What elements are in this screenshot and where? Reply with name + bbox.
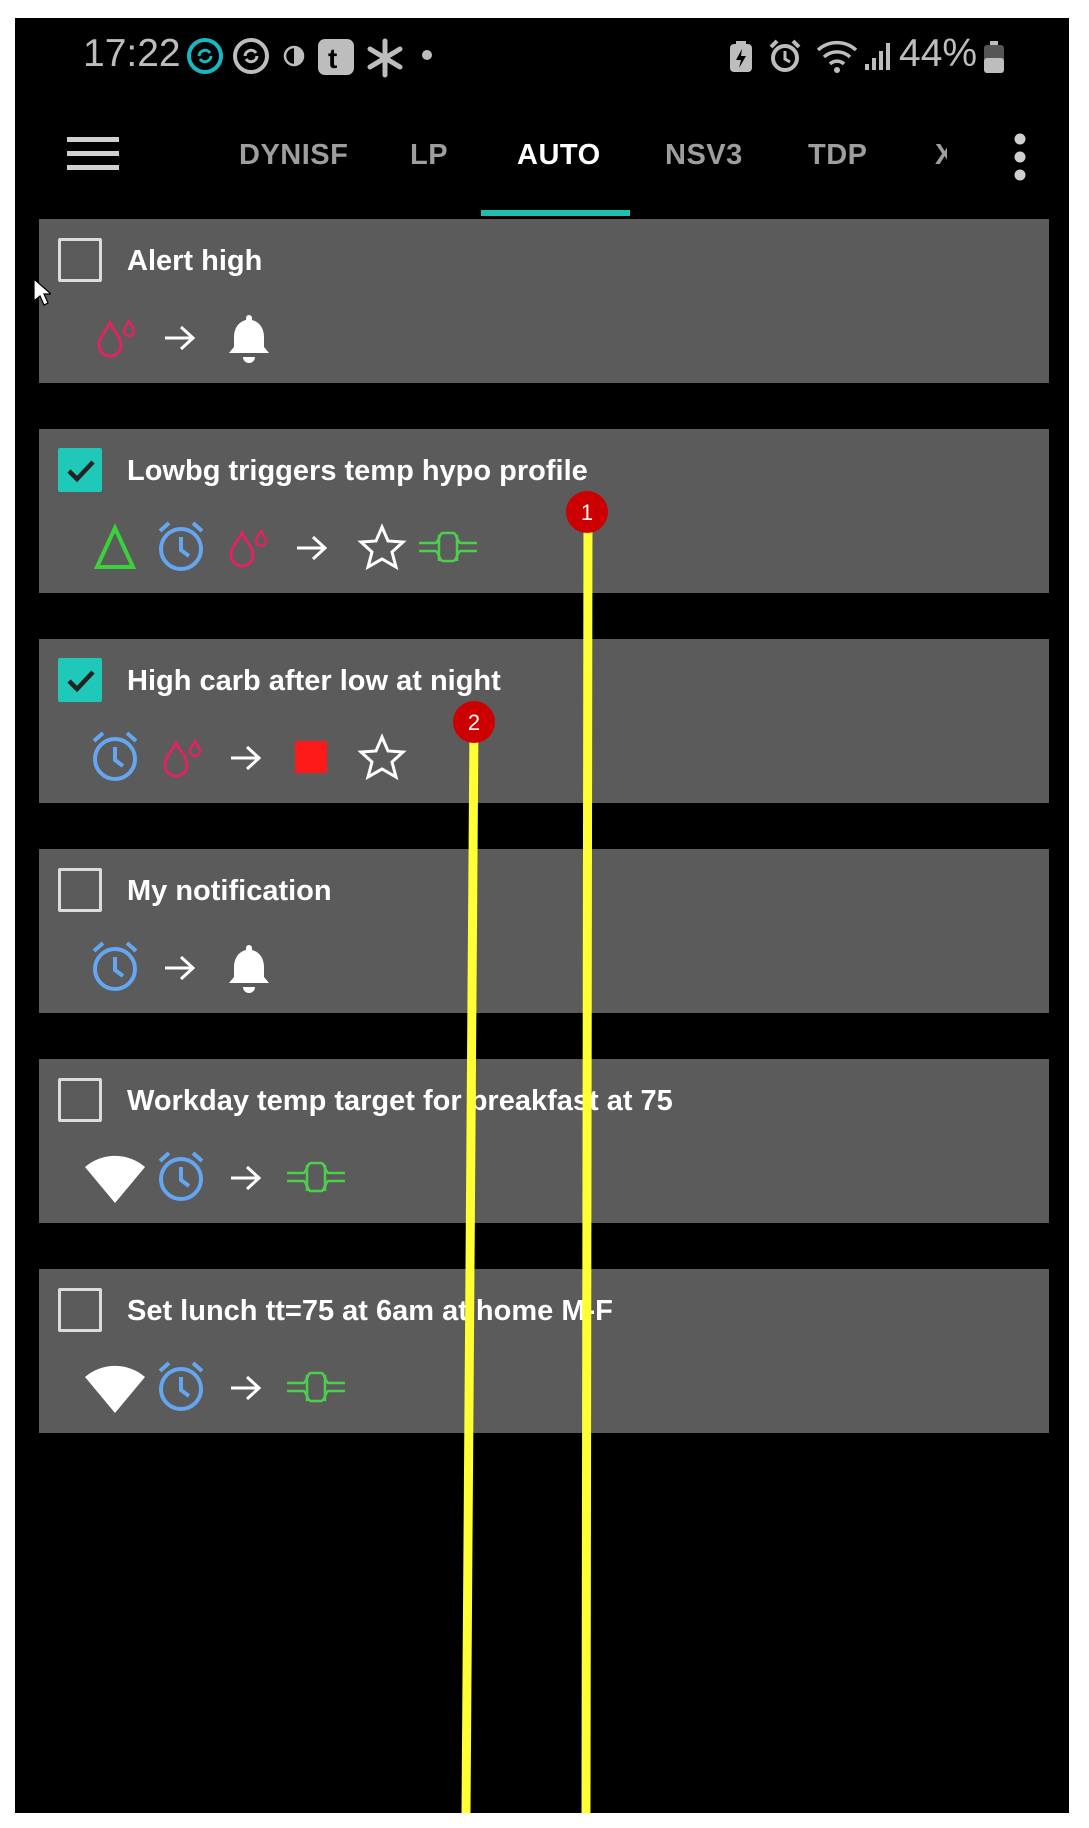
tab-auto[interactable]: AUTO [517,139,601,172]
overflow-menu-icon[interactable] [1013,133,1027,181]
dot-icon [422,50,432,60]
clock-icon [158,521,204,571]
tab-nsv3[interactable]: NSV3 [665,139,743,172]
clock-icon [158,1151,204,1201]
signal-icon [865,43,890,70]
bell-icon [229,315,269,363]
active-tab-indicator [481,210,630,216]
automation-rule-icons [39,939,739,999]
temp-target-icon [419,531,477,563]
sync-icon [233,38,269,74]
automation-rule-icons [39,519,739,579]
automation-rule-icons [39,1359,739,1419]
automation-rule-icons [39,309,739,369]
tumblr-icon: t [318,39,354,75]
enable-checkbox[interactable] [58,1288,102,1332]
automation-card[interactable]: Set lunch tt=75 at 6am at home M-F [39,1269,1049,1433]
star-icon [357,523,407,571]
automation-title: My notification [127,875,332,907]
clock-icon [92,941,138,991]
checkmark-icon [67,670,95,693]
clock-icon [92,731,138,781]
clock-icon [158,1361,204,1411]
enable-checkbox[interactable] [58,238,102,282]
tab-tdp[interactable]: TDP [808,139,868,172]
half-circle-icon [283,45,305,67]
arrow-right-icon [231,1165,262,1191]
automation-title: Set lunch tt=75 at 6am at home M-F [127,1295,613,1327]
stop-icon [295,741,327,773]
hamburger-menu-icon[interactable] [67,135,119,173]
bg-drops-icon [229,528,268,568]
tab-dynisf[interactable]: DYNISF [239,139,348,172]
arrow-right-icon [297,535,328,561]
enable-checkbox[interactable] [58,868,102,912]
tab-lp[interactable]: LP [410,139,448,172]
enable-checkbox[interactable] [58,448,102,492]
bell-icon [229,945,269,993]
svg-text:t: t [328,43,337,74]
status-time: 17:22 [83,32,181,75]
automation-rule-icons [39,1149,739,1209]
automation-card[interactable]: Lowbg triggers temp hypo profile [39,429,1049,593]
automation-title: High carb after low at night [127,665,501,697]
mouse-cursor-icon [33,278,51,306]
sync-icon [187,38,223,74]
battery-percent: 44% [899,32,978,75]
arrow-right-icon [165,955,196,981]
automation-title: Workday temp target for breakfast at 75 [127,1085,673,1117]
wifi-icon [85,1155,145,1203]
arrow-right-icon [231,745,262,771]
automation-title: Lowbg triggers temp hypo profile [127,455,588,487]
automation-card[interactable]: High carb after low at night [39,639,1049,803]
bg-drops-icon [163,738,202,778]
automation-rule-icons [39,729,739,789]
arrow-right-icon [231,1375,262,1401]
tab-partial[interactable]: X [935,139,947,172]
automation-card[interactable]: Workday temp target for breakfast at 75 [39,1059,1049,1223]
alarm-icon [769,39,801,72]
battery-icon [984,41,1004,73]
tab-overflow-partial[interactable]: X [935,133,947,173]
star-icon [357,733,407,781]
bg-drops-icon [97,318,136,358]
battery-saver-icon [730,41,752,72]
wifi-icon [85,1365,145,1413]
automation-card[interactable]: Alert high [39,219,1049,383]
delta-icon [93,523,137,569]
automation-card[interactable]: My notification [39,849,1049,1013]
status-bar: 17:22 t 44% [15,18,1069,93]
app-bar: DYNISF LP AUTO NSV3 TDP X [15,103,1069,218]
enable-checkbox[interactable] [58,658,102,702]
phone-screen: 17:22 t 44% DYNISF LP AUTO NSV3 TDP X Al… [15,18,1069,1813]
asterisk-icon [367,38,403,78]
enable-checkbox[interactable] [58,1078,102,1122]
temp-target-icon [287,1371,345,1403]
temp-target-icon [287,1161,345,1193]
automation-title: Alert high [127,245,263,277]
checkmark-icon [67,460,95,483]
wifi-icon [816,40,858,73]
arrow-right-icon [165,325,196,351]
